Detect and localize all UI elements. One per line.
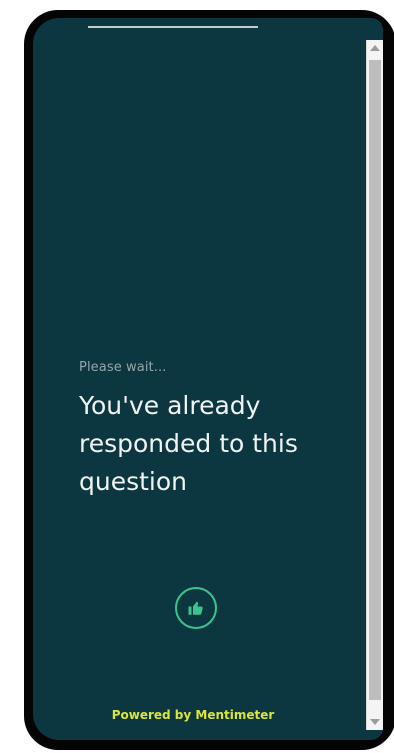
thumbs-up-button[interactable] xyxy=(175,587,217,629)
scroll-down-icon[interactable] xyxy=(370,719,380,725)
scrollbar[interactable] xyxy=(366,40,383,730)
menti-screen: Please wait... You've already responded … xyxy=(33,18,383,740)
top-edge-highlight xyxy=(88,26,258,28)
powered-by-footer[interactable]: Powered by Mentimeter xyxy=(33,708,353,722)
phone-frame: Please wait... You've already responded … xyxy=(24,10,394,750)
headline: You've already responded to this questio… xyxy=(79,391,298,496)
scroll-up-icon[interactable] xyxy=(370,45,380,51)
thumbs-up-icon xyxy=(188,601,203,615)
scrollbar-thumb[interactable] xyxy=(369,60,381,700)
status-text: Please wait... xyxy=(79,360,167,375)
message-block: Please wait... You've already responded … xyxy=(79,360,349,501)
